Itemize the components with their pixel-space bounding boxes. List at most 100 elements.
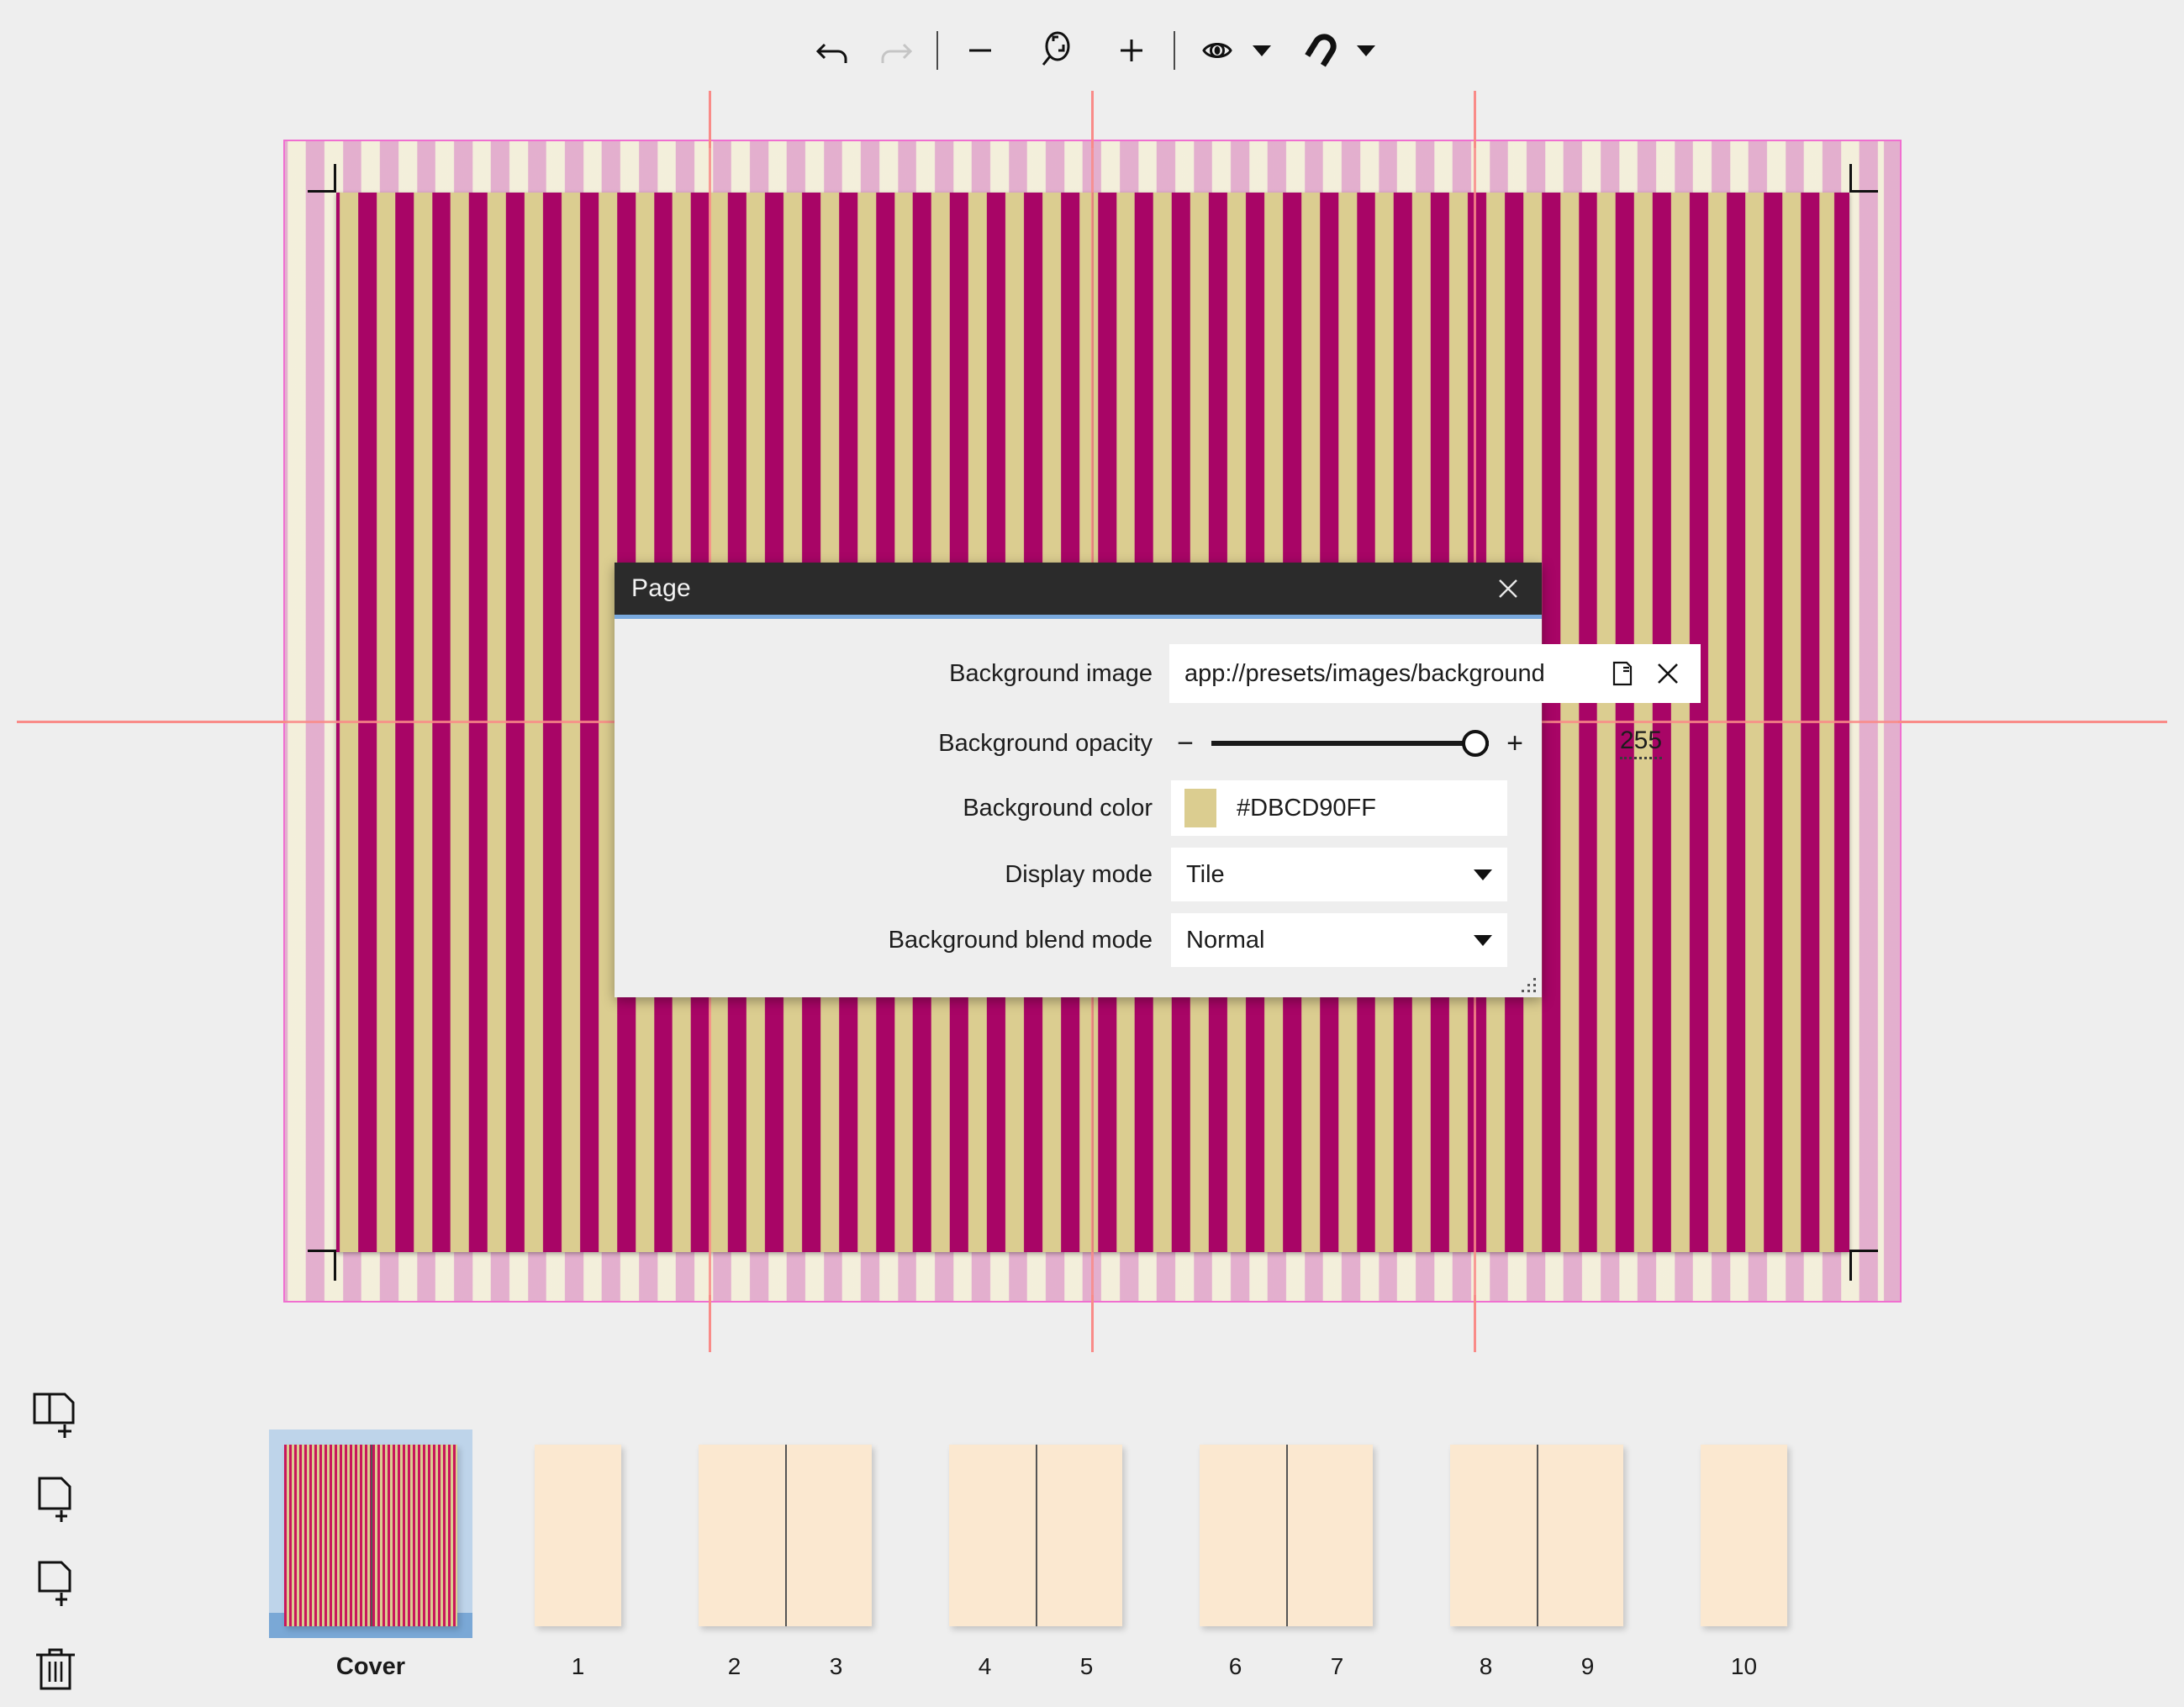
add-page-after-icon xyxy=(29,1557,82,1609)
clear-x-icon xyxy=(1652,658,1684,690)
background-image-input-wrapper[interactable] xyxy=(1169,644,1701,703)
file-browse-icon xyxy=(1607,658,1638,689)
page-spread[interactable]: Cover xyxy=(269,1430,472,1681)
page-spread[interactable]: 1 xyxy=(520,1430,636,1680)
crop-mark-bottom-left xyxy=(308,1223,365,1281)
spread-pages[interactable] xyxy=(535,1445,621,1626)
page-thumbnail[interactable] xyxy=(284,1445,371,1626)
opacity-decrease-button[interactable]: − xyxy=(1171,729,1200,758)
page-thumbnail[interactable] xyxy=(949,1445,1036,1626)
page-spread-frame[interactable] xyxy=(934,1430,1137,1638)
page-thumbnail[interactable] xyxy=(1701,1445,1787,1626)
page-label: 8 xyxy=(1435,1653,1537,1680)
background-image-input[interactable] xyxy=(1184,660,1600,688)
chevron-down-icon xyxy=(1474,869,1492,880)
page-thumbnail[interactable] xyxy=(1286,1445,1373,1626)
page-spread-frame[interactable] xyxy=(1685,1430,1802,1638)
page-label: 3 xyxy=(785,1653,887,1680)
add-spread-icon xyxy=(29,1389,82,1441)
spread-pages[interactable] xyxy=(1200,1445,1373,1626)
page-spread[interactable]: 23 xyxy=(683,1430,887,1680)
background-blend-mode-label: Background blend mode xyxy=(889,927,1153,954)
field-row-background-blend-mode: Background blend mode Normal xyxy=(615,913,1542,967)
page-label: 7 xyxy=(1286,1653,1388,1680)
add-page-after-button[interactable] xyxy=(24,1551,87,1615)
page-labels: 89 xyxy=(1435,1653,1638,1680)
spread-pages[interactable] xyxy=(949,1445,1122,1626)
background-blend-mode-value: Normal xyxy=(1186,927,1264,954)
page-spread[interactable]: 10 xyxy=(1685,1430,1802,1680)
background-opacity-slider[interactable] xyxy=(1211,721,1489,765)
page-label: 10 xyxy=(1685,1653,1802,1680)
display-mode-value: Tile xyxy=(1186,861,1225,889)
background-image-clear-button[interactable] xyxy=(1645,650,1691,697)
page-thumbnail[interactable] xyxy=(785,1445,872,1626)
add-page-icon xyxy=(29,1473,82,1525)
close-icon xyxy=(1496,576,1521,601)
guide-horizontal-left xyxy=(17,721,286,723)
display-mode-label: Display mode xyxy=(1005,861,1153,888)
background-color-value: #DBCD90FF xyxy=(1237,795,1376,822)
background-color-swatch[interactable] xyxy=(1184,789,1216,827)
page-thumbnail[interactable] xyxy=(535,1445,621,1626)
slider-knob[interactable] xyxy=(1462,730,1489,757)
background-color-field[interactable]: #DBCD90FF xyxy=(1171,780,1507,836)
page-labels: 23 xyxy=(683,1653,887,1680)
page-thumbnail[interactable] xyxy=(1200,1445,1286,1626)
guide-horizontal-right xyxy=(1898,721,2167,723)
chevron-down-icon xyxy=(1474,935,1492,946)
page-spread[interactable]: 67 xyxy=(1184,1430,1388,1680)
spread-pages[interactable] xyxy=(1450,1445,1623,1626)
background-blend-mode-select[interactable]: Normal xyxy=(1171,913,1507,967)
page-label: 4 xyxy=(934,1653,1036,1680)
page-label: 6 xyxy=(1184,1653,1286,1680)
page-tools-sidebar xyxy=(24,1383,116,1699)
opacity-increase-button[interactable]: + xyxy=(1501,729,1529,758)
page-thumbnail[interactable] xyxy=(699,1445,785,1626)
background-color-label: Background color xyxy=(963,795,1153,822)
field-row-background-opacity: Background opacity − + 255 xyxy=(615,721,1542,765)
page-spread-frame[interactable] xyxy=(683,1430,887,1638)
page-labels: Cover xyxy=(269,1653,472,1681)
add-page-before-button[interactable] xyxy=(24,1467,87,1531)
page-spread-frame[interactable] xyxy=(1184,1430,1388,1638)
page-thumbnail-strip[interactable]: Cover 1 23 45 67 89 10 xyxy=(269,1430,1802,1699)
page-label: Cover xyxy=(269,1653,472,1681)
display-mode-select[interactable]: Tile xyxy=(1171,848,1507,901)
dialog-body: Background image xyxy=(615,619,1542,997)
background-image-browse-button[interactable] xyxy=(1600,650,1645,697)
add-spread-button[interactable] xyxy=(24,1383,87,1447)
dialog-titlebar[interactable]: Page xyxy=(615,563,1542,615)
spread-pages[interactable] xyxy=(1701,1445,1787,1626)
page-labels: 1 xyxy=(520,1653,636,1680)
page-labels: 10 xyxy=(1685,1653,1802,1680)
crop-mark-bottom-right xyxy=(1821,1223,1878,1281)
background-opacity-value[interactable]: 255 xyxy=(1620,728,1662,759)
page-spread[interactable]: 89 xyxy=(1435,1430,1638,1680)
page-label: 5 xyxy=(1036,1653,1137,1680)
page-properties-dialog[interactable]: Page Background image xyxy=(615,563,1542,997)
page-spread-frame[interactable] xyxy=(520,1430,636,1638)
spread-pages[interactable] xyxy=(699,1445,872,1626)
page-label: 1 xyxy=(520,1653,636,1680)
background-opacity-label: Background opacity xyxy=(938,730,1153,757)
page-thumbnail[interactable] xyxy=(1036,1445,1122,1626)
page-spread-selected[interactable] xyxy=(269,1430,472,1638)
dialog-resize-handle[interactable] xyxy=(1522,978,1537,993)
trash-icon xyxy=(29,1641,82,1694)
field-row-display-mode: Display mode Tile xyxy=(615,848,1542,901)
crop-mark-top-left xyxy=(308,164,365,221)
page-labels: 67 xyxy=(1184,1653,1388,1680)
page-thumbnail[interactable] xyxy=(1450,1445,1537,1626)
page-label: 9 xyxy=(1537,1653,1638,1680)
page-thumbnail[interactable] xyxy=(1537,1445,1623,1626)
dialog-close-button[interactable] xyxy=(1483,563,1533,615)
page-spread-frame[interactable] xyxy=(1435,1430,1638,1638)
page-thumbnail[interactable] xyxy=(371,1445,457,1626)
delete-page-button[interactable] xyxy=(24,1636,87,1699)
guide-vertical-bottom-1 xyxy=(709,1295,711,1352)
spread-pages[interactable] xyxy=(284,1445,457,1626)
field-row-background-image: Background image xyxy=(615,644,1542,703)
page-labels: 45 xyxy=(934,1653,1137,1680)
page-spread[interactable]: 45 xyxy=(934,1430,1137,1680)
